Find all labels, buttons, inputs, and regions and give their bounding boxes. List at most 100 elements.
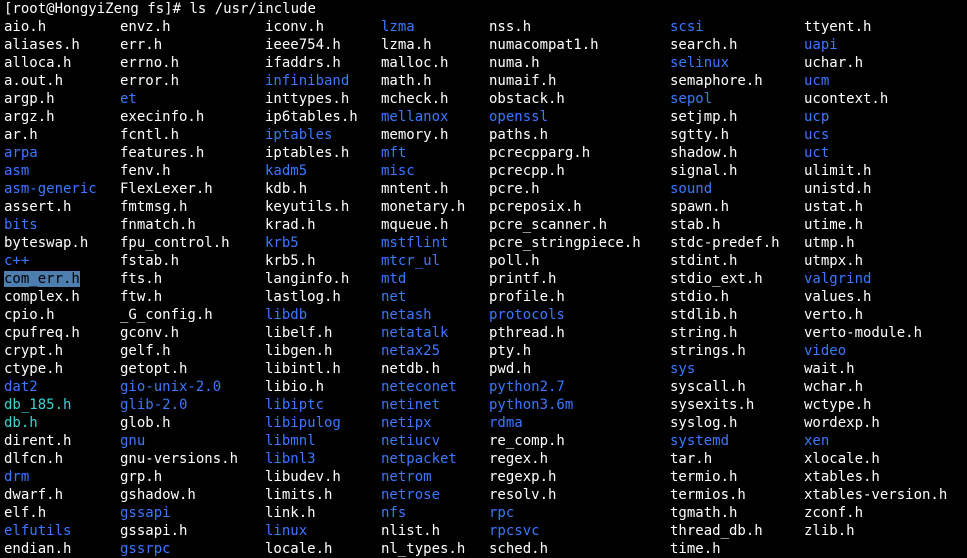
file-entry: lastlog.h	[265, 289, 341, 305]
file-entry: setjmp.h	[670, 109, 738, 125]
file-entry: netdb.h	[381, 361, 441, 377]
file-entry: ip6tables.h	[265, 109, 358, 125]
file-entry: gconv.h	[120, 325, 180, 341]
directory-entry: dat2	[4, 379, 38, 395]
directory-entry: netrose	[381, 487, 441, 503]
file-entry: time.h	[670, 541, 721, 557]
directory-entry: misc	[381, 163, 415, 179]
file-entry: pcre.h	[489, 181, 540, 197]
directory-entry: neteconet	[381, 379, 457, 395]
directory-entry: selinux	[670, 55, 730, 71]
file-entry: ulimit.h	[804, 163, 872, 179]
file-entry: xtables.h	[804, 469, 880, 485]
file-entry: printf.h	[489, 271, 557, 287]
directory-entry: openssl	[489, 109, 549, 125]
directory-entry: bits	[4, 217, 38, 233]
directory-entry: elfutils	[4, 523, 72, 539]
file-entry: numacompat1.h	[489, 37, 599, 53]
file-entry: dwarf.h	[4, 487, 64, 503]
directory-entry: netipx	[381, 415, 432, 431]
shell-command: ls /usr/include	[189, 1, 316, 17]
file-entry: byteswap.h	[4, 235, 89, 251]
file-entry: mcheck.h	[381, 91, 449, 107]
file-entry: libelf.h	[265, 325, 333, 341]
directory-entry: ucm	[804, 73, 830, 89]
file-entry: iconv.h	[265, 19, 325, 35]
file-entry: gelf.h	[120, 343, 171, 359]
file-entry: numaif.h	[489, 73, 557, 89]
directory-entry: scsi	[670, 19, 704, 35]
file-entry: ar.h	[4, 127, 38, 143]
listing-column-1: aio.h aliases.h alloca.h a.out.h argp.h argz.…	[4, 18, 97, 558]
listing-column-3: iconv.h ieee754.h ifaddrs.h infiniband intty…	[265, 18, 358, 558]
file-entry: strings.h	[670, 343, 746, 359]
listing-column-6: scsi search.h selinux semaphore.h sepol setjm…	[670, 18, 780, 558]
directory-entry: sys	[670, 361, 696, 377]
file-entry: errno.h	[120, 55, 180, 71]
file-entry: wordexp.h	[804, 415, 880, 431]
directory-entry: libipulog	[265, 415, 341, 431]
file-entry: verto-module.h	[804, 325, 923, 341]
file-entry: libintl.h	[265, 361, 341, 377]
file-entry: grp.h	[120, 469, 163, 485]
directory-entry: net	[381, 289, 407, 305]
file-entry: limits.h	[265, 487, 333, 503]
file-entry: krad.h	[265, 217, 316, 233]
file-entry: fcntl.h	[120, 127, 180, 143]
file-entry: err.h	[120, 37, 163, 53]
directory-entry: nfs	[381, 505, 407, 521]
file-entry: stdc-predef.h	[670, 235, 780, 251]
file-entry: zconf.h	[804, 505, 864, 521]
file-entry: fnmatch.h	[120, 217, 196, 233]
file-entry: gssapi.h	[120, 523, 188, 539]
file-entry: aliases.h	[4, 37, 80, 53]
directory-entry: gnu	[120, 433, 146, 449]
file-entry: mntent.h	[381, 181, 449, 197]
directory-entry: sound	[670, 181, 713, 197]
file-entry: cpufreq.h	[4, 325, 80, 341]
directory-entry: linux	[265, 523, 308, 539]
file-entry: termio.h	[670, 469, 738, 485]
file-entry: pthread.h	[489, 325, 565, 341]
directory-entry: infiniband	[265, 73, 350, 89]
file-entry: ustat.h	[804, 199, 864, 215]
file-entry: gnu-versions.h	[120, 451, 239, 467]
file-entry: features.h	[120, 145, 205, 161]
selected-file-entry: com_err.h	[4, 271, 80, 287]
listing-column-5: nss.h numacompat1.h numa.h numaif.h obstack.…	[489, 18, 641, 558]
file-entry: argz.h	[4, 109, 55, 125]
file-entry: locale.h	[265, 541, 333, 557]
file-entry: gshadow.h	[120, 487, 196, 503]
directory-entry: netiucv	[381, 433, 441, 449]
file-entry: values.h	[804, 289, 872, 305]
file-entry: ftw.h	[120, 289, 163, 305]
file-entry: syscall.h	[670, 379, 746, 395]
file-entry: a.out.h	[4, 73, 64, 89]
terminal-window[interactable]: [root@HongyiZeng fs]# ls /usr/include ai…	[0, 0, 967, 558]
file-entry: sysexits.h	[670, 397, 755, 413]
file-entry: search.h	[670, 37, 738, 53]
file-entry: link.h	[265, 505, 316, 521]
file-entry: utmpx.h	[804, 253, 864, 269]
file-entry: stab.h	[670, 217, 721, 233]
file-entry: libgen.h	[265, 343, 333, 359]
file-entry: tgmath.h	[670, 505, 738, 521]
directory-entry: gssapi	[120, 505, 171, 521]
file-entry: glob.h	[120, 415, 171, 431]
directory-entry: netax25	[381, 343, 441, 359]
file-entry: libudev.h	[265, 469, 341, 485]
file-entry: poll.h	[489, 253, 540, 269]
directory-entry: krb5	[265, 235, 299, 251]
directory-entry: mft	[381, 145, 407, 161]
file-entry: utmp.h	[804, 235, 855, 251]
directory-entry: mstflint	[381, 235, 449, 251]
file-entry: envz.h	[120, 19, 171, 35]
symlink-entry: db.h	[4, 415, 38, 431]
directory-entry: gssrpc	[120, 541, 171, 557]
file-entry: pcre_stringpiece.h	[489, 235, 641, 251]
file-entry: ctype.h	[4, 361, 64, 377]
file-entry: fmtmsg.h	[120, 199, 188, 215]
directory-entry: ucs	[804, 127, 830, 143]
file-entry: semaphore.h	[670, 73, 763, 89]
file-entry: wait.h	[804, 361, 855, 377]
